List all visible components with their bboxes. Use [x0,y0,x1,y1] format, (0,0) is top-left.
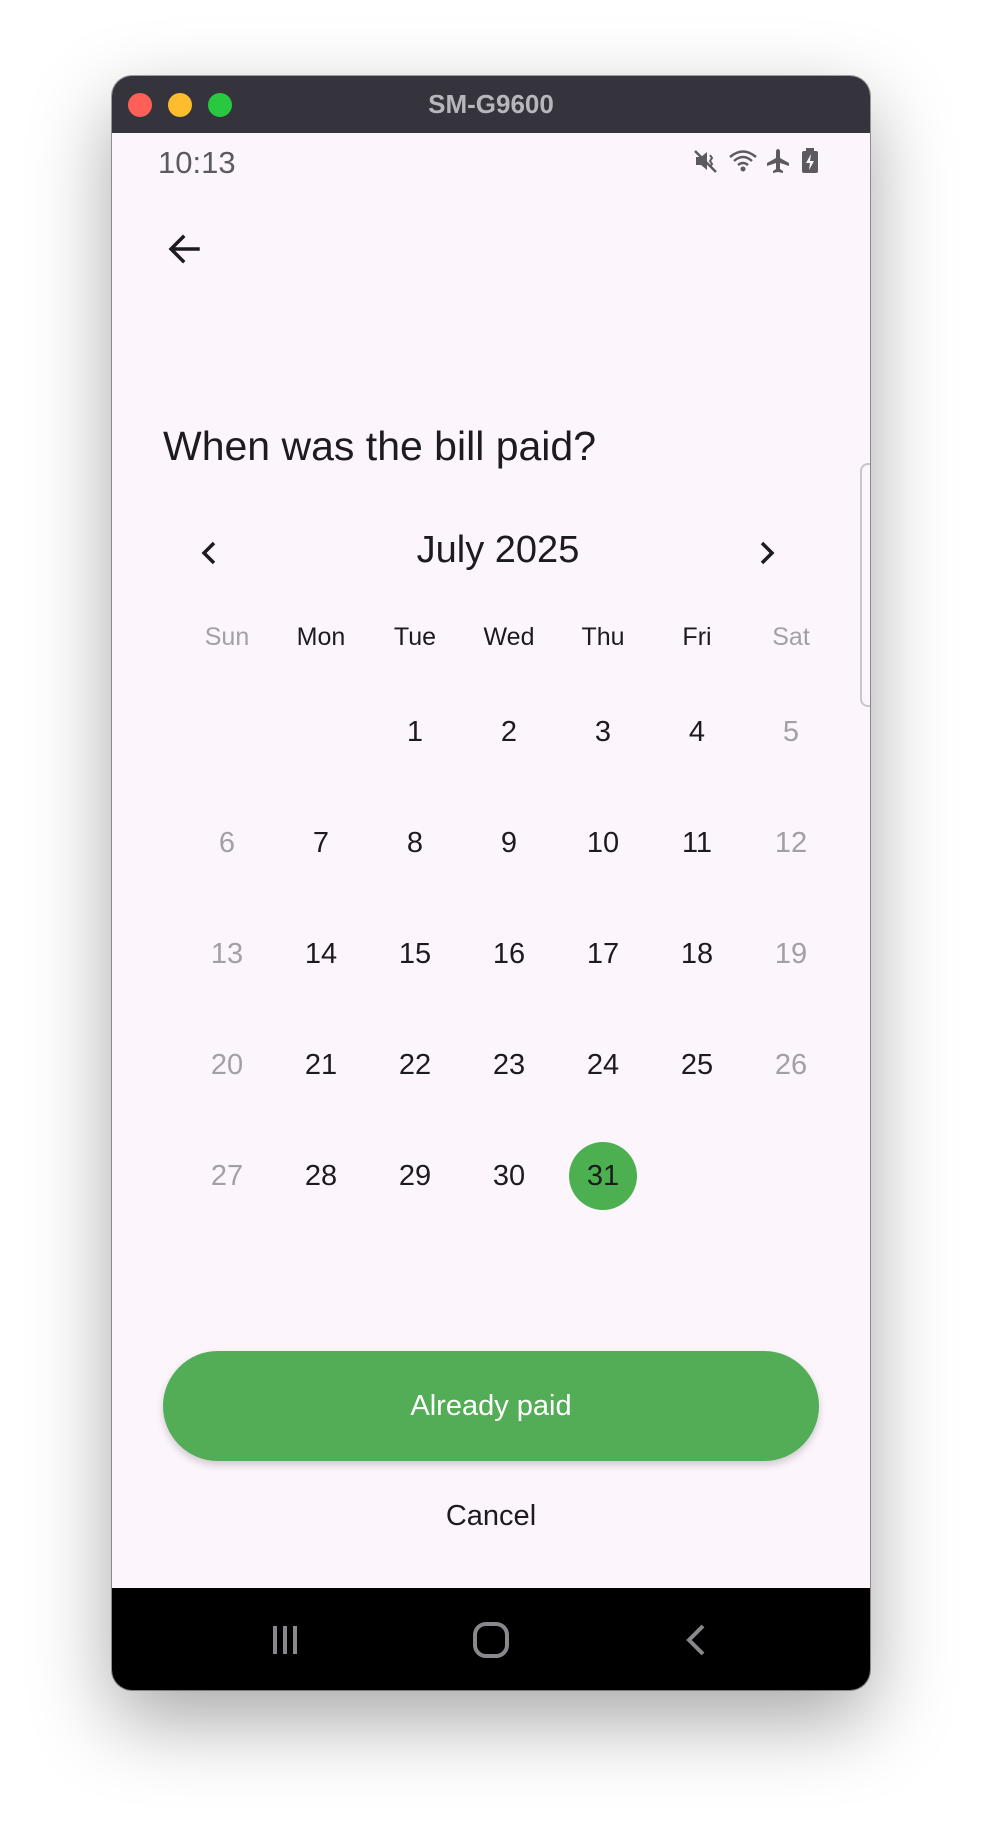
calendar-day-21[interactable]: 21 [274,1018,368,1112]
calendar-day-4[interactable]: 4 [650,685,744,779]
home-icon [473,1622,509,1658]
calendar-day-31[interactable]: 31 [556,1129,650,1223]
calendar-day-20[interactable]: 20 [180,1018,274,1112]
calendar-day-8[interactable]: 8 [368,796,462,890]
status-time: 10:13 [158,145,236,180]
emulator-window: SM-G9600 10:13 When was the bill paid? J… [112,76,870,1690]
calendar-day-17[interactable]: 17 [556,907,650,1001]
calendar-day-5[interactable]: 5 [744,685,838,779]
calendar-day-1[interactable]: 1 [368,685,462,779]
weekday-label: Thu [581,623,625,651]
calendar-day-22[interactable]: 22 [368,1018,462,1112]
back-icon [686,1624,705,1656]
weekday-label: Wed [483,623,535,651]
recent-apps-icon [273,1626,297,1654]
calendar-day-24[interactable]: 24 [556,1018,650,1112]
calendar-week-row: 27 28 29 30 31 [180,1129,838,1223]
calendar-day-10[interactable]: 10 [556,796,650,890]
mute-vibrate-icon [692,147,720,175]
calendar-day-30[interactable]: 30 [462,1129,556,1223]
weekday-label: Sat [772,623,810,651]
page-question: When was the bill paid? [163,423,597,469]
calendar-day-25[interactable]: 25 [650,1018,744,1112]
calendar-day-26[interactable]: 26 [744,1018,838,1112]
selected-day-indicator: 31 [569,1142,637,1210]
calendar-day-11[interactable]: 11 [650,796,744,890]
battery-charging-icon [800,147,828,175]
calendar-day-19[interactable]: 19 [744,907,838,1001]
calendar-day-27[interactable]: 27 [180,1129,274,1223]
window-title: SM-G9600 [428,89,554,119]
previous-month-button[interactable] [178,521,242,585]
wifi-icon [728,147,757,175]
chevron-left-icon [201,541,216,565]
calendar-day-29[interactable]: 29 [368,1129,462,1223]
calendar-week-row: 12345 [180,685,838,779]
calendar-day-23[interactable]: 23 [462,1018,556,1112]
calendar-day-15[interactable]: 15 [368,907,462,1001]
calendar-day-9[interactable]: 9 [462,796,556,890]
window-titlebar: SM-G9600 [112,76,870,134]
system-nav-bar [112,1588,870,1690]
next-month-button[interactable] [734,521,798,585]
calendar-day-14[interactable]: 14 [274,907,368,1001]
calendar-day-2[interactable]: 2 [462,685,556,779]
chevron-right-icon [760,541,775,565]
calendar-day-3[interactable]: 3 [556,685,650,779]
weekday-label: Sun [204,623,250,651]
weekday-label: Tue [393,623,437,651]
calendar-day-6[interactable]: 6 [180,796,274,890]
recent-apps-button[interactable] [255,1612,315,1668]
app-screen: 10:13 When was the bill paid? July 2025 … [112,133,870,1588]
already-paid-button[interactable]: Already paid [163,1351,819,1461]
calendar-week-row: 6 7 8 9 10 11 12 [180,796,838,890]
month-label: July 2025 [416,529,580,571]
weekday-label: Fri [682,623,712,651]
airplane-mode-icon [764,147,792,175]
weekday-header: Sun Mon Tue Wed Thu Fri Sat [180,623,838,652]
cancel-button[interactable]: Cancel [391,1485,591,1547]
calendar-day-18[interactable]: 18 [650,907,744,1001]
home-button[interactable] [461,1612,521,1668]
back-button[interactable] [152,217,216,281]
system-back-button[interactable] [667,1612,727,1668]
arrow-left-icon [168,234,200,264]
calendar-day-13[interactable]: 13 [180,907,274,1001]
calendar-day-28[interactable]: 28 [274,1129,368,1223]
calendar-week-row: 20 21 22 23 24 25 26 [180,1018,838,1112]
scroll-handle[interactable] [860,463,870,707]
calendar-day-12[interactable]: 12 [744,796,838,890]
calendar-day-7[interactable]: 7 [274,796,368,890]
weekday-label: Mon [296,623,346,651]
calendar-week-row: 13 14 15 16 17 18 19 [180,907,838,1001]
status-icons [692,147,828,175]
calendar-day-16[interactable]: 16 [462,907,556,1001]
